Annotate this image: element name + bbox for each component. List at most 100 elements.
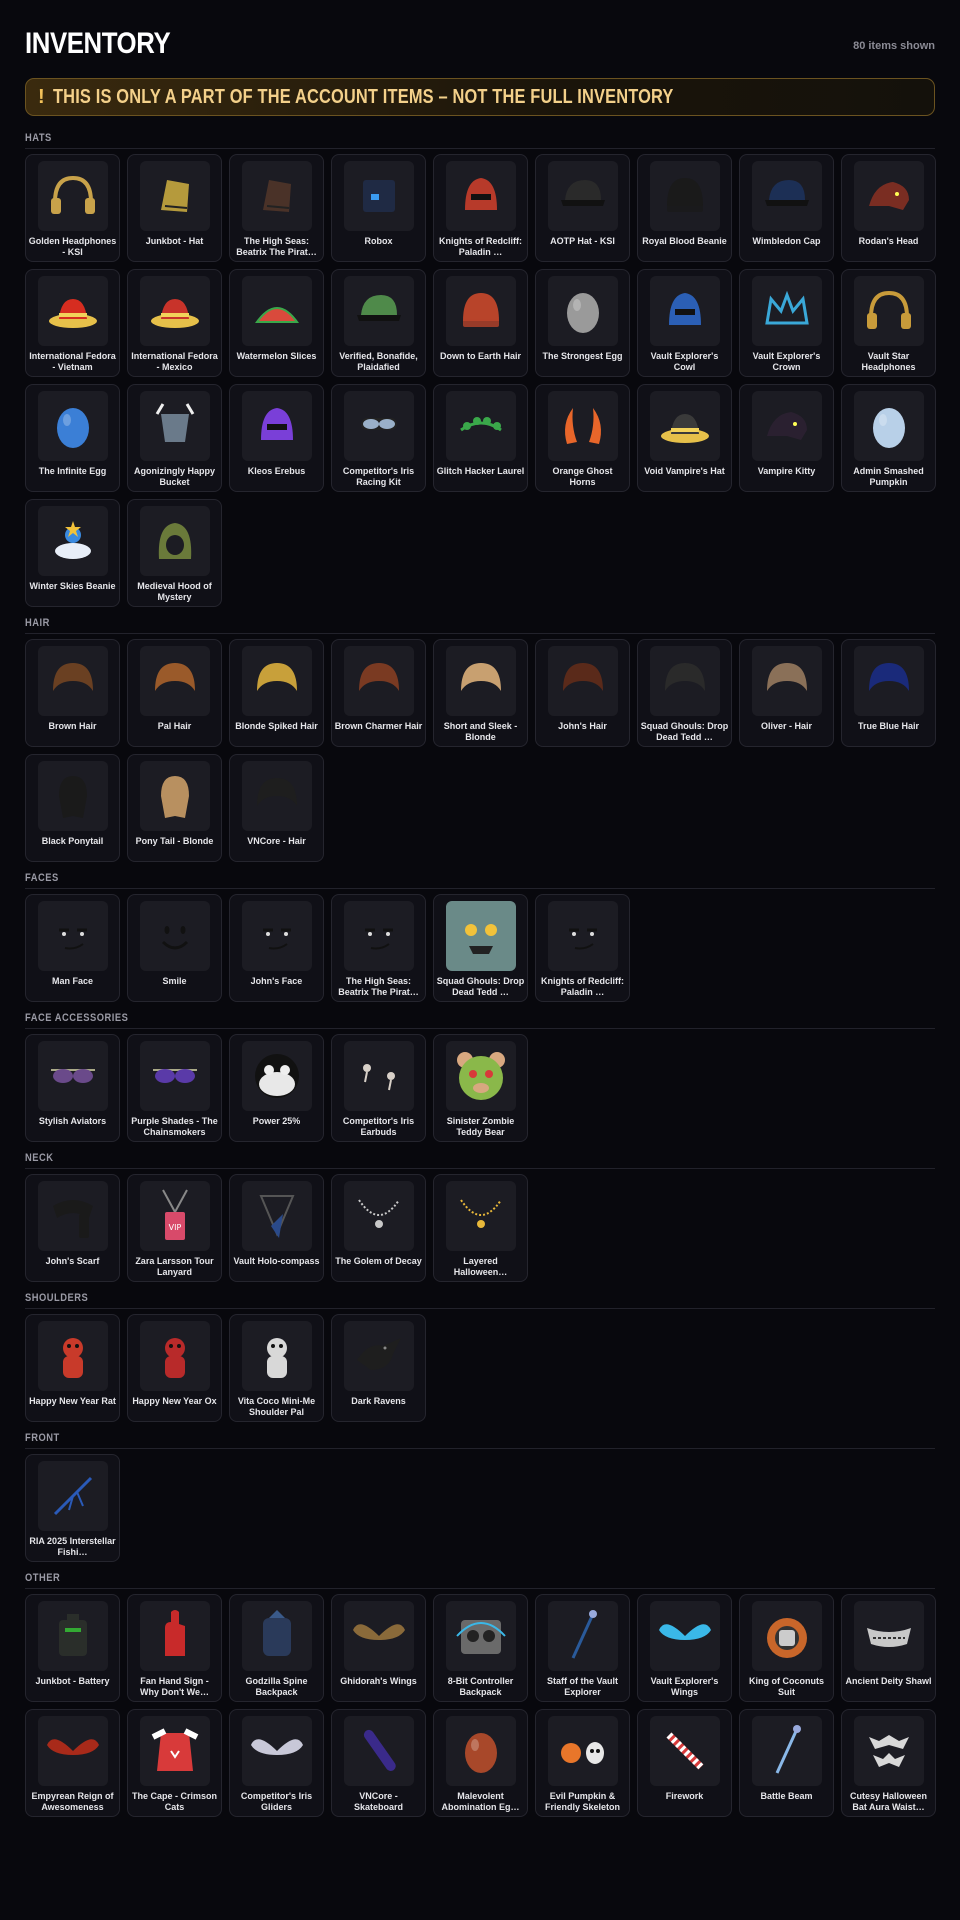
item-card[interactable]: Junkbot - Battery: [25, 1594, 120, 1702]
item-card[interactable]: 8-Bit Controller Backpack: [433, 1594, 528, 1702]
item-card[interactable]: Watermelon Slices: [229, 269, 324, 377]
item-card[interactable]: The Strongest Egg: [535, 269, 630, 377]
headphones-icon: [853, 276, 924, 346]
item-card[interactable]: Smile: [127, 894, 222, 1002]
item-card[interactable]: Pal Hair: [127, 639, 222, 747]
item-card[interactable]: Vault Holo-compass: [229, 1174, 324, 1282]
item-card[interactable]: VNCore - Hair: [229, 754, 324, 862]
item-card[interactable]: Competitor's Iris Gliders: [229, 1709, 324, 1817]
item-card[interactable]: Vault Explorer's Wings: [637, 1594, 732, 1702]
hair-icon: [37, 646, 108, 716]
item-card[interactable]: Vault Explorer's Cowl: [637, 269, 732, 377]
item-card[interactable]: Happy New Year Ox: [127, 1314, 222, 1422]
item-card[interactable]: The High Seas: Beatrix The Pirat…: [331, 894, 426, 1002]
item-card[interactable]: Competitor's Iris Racing Kit: [331, 384, 426, 492]
item-card[interactable]: Kleos Erebus: [229, 384, 324, 492]
item-card[interactable]: Oliver - Hair: [739, 639, 834, 747]
item-card[interactable]: Staff of the Vault Explorer: [535, 1594, 630, 1702]
item-card[interactable]: Vault Explorer's Crown: [739, 269, 834, 377]
item-card[interactable]: Godzilla Spine Backpack: [229, 1594, 324, 1702]
item-card[interactable]: Agonizingly Happy Bucket: [127, 384, 222, 492]
item-card[interactable]: John's Scarf: [25, 1174, 120, 1282]
item-card[interactable]: Short and Sleek - Blonde: [433, 639, 528, 747]
item-card[interactable]: Sinister Zombie Teddy Bear: [433, 1034, 528, 1142]
item-card[interactable]: Fan Hand Sign - Why Don't We…: [127, 1594, 222, 1702]
item-card[interactable]: Black Ponytail: [25, 754, 120, 862]
item-card[interactable]: Stylish Aviators: [25, 1034, 120, 1142]
category-divider: [25, 1028, 935, 1029]
item-card[interactable]: The Cape - Crimson Cats: [127, 1709, 222, 1817]
item-card[interactable]: RIA 2025 Interstellar Fishi…: [25, 1454, 120, 1562]
item-card[interactable]: Golden Headphones - KSI: [25, 154, 120, 262]
item-card[interactable]: International Fedora - Mexico: [127, 269, 222, 377]
item-card[interactable]: King of Coconuts Suit: [739, 1594, 834, 1702]
item-card[interactable]: Vita Coco Mini-Me Shoulder Pal: [229, 1314, 324, 1422]
item-card[interactable]: Rodan's Head: [841, 154, 936, 262]
item-card[interactable]: Cutesy Halloween Bat Aura Waist…: [841, 1709, 936, 1817]
item-card[interactable]: Junkbot - Hat: [127, 154, 222, 262]
item-card[interactable]: Vampire Kitty: [739, 384, 834, 492]
item-card[interactable]: Brown Charmer Hair: [331, 639, 426, 747]
item-card[interactable]: Medieval Hood of Mystery: [127, 499, 222, 607]
category-faces: FACES Man Face Smile John's Face The High Se…: [25, 866, 935, 1006]
item-card[interactable]: Firework: [637, 1709, 732, 1817]
item-card[interactable]: Royal Blood Beanie: [637, 154, 732, 262]
item-card[interactable]: Admin Smashed Pumpkin: [841, 384, 936, 492]
item-card[interactable]: John's Face: [229, 894, 324, 1002]
item-name: Dark Ravens: [351, 1396, 406, 1406]
item-card[interactable]: Pony Tail - Blonde: [127, 754, 222, 862]
goggles-icon: [343, 391, 414, 461]
item-card[interactable]: John's Hair: [535, 639, 630, 747]
item-card[interactable]: Winter Skies Beanie: [25, 499, 120, 607]
item-card[interactable]: Layered Halloween…: [433, 1174, 528, 1282]
item-card[interactable]: Malevolent Abomination Eg…: [433, 1709, 528, 1817]
item-card[interactable]: Wimbledon Cap: [739, 154, 834, 262]
item-card[interactable]: Verified, Bonafide, Plaidafied: [331, 269, 426, 377]
pet-icon: [139, 1321, 210, 1391]
item-card[interactable]: Empyrean Reign of Awesomeness: [25, 1709, 120, 1817]
item-card[interactable]: True Blue Hair: [841, 639, 936, 747]
glasses-icon: [37, 1041, 108, 1111]
wings-icon: [343, 1601, 414, 1671]
item-card[interactable]: Squad Ghouls: Drop Dead Tedd …: [637, 639, 732, 747]
inventory-page: INVENTORY 80 items shown ! THIS IS ONLY …: [0, 0, 960, 1821]
item-name: Vault Explorer's Crown: [752, 351, 821, 372]
item-card[interactable]: Blonde Spiked Hair: [229, 639, 324, 747]
item-card[interactable]: Brown Hair: [25, 639, 120, 747]
item-card[interactable]: VIP Zara Larsson Tour Lanyard: [127, 1174, 222, 1282]
item-card[interactable]: The Infinite Egg: [25, 384, 120, 492]
hair-icon: [547, 646, 618, 716]
item-card[interactable]: The Golem of Decay: [331, 1174, 426, 1282]
item-card[interactable]: Vault Star Headphones: [841, 269, 936, 377]
item-card[interactable]: Orange Ghost Horns: [535, 384, 630, 492]
item-card[interactable]: Glitch Hacker Laurel: [433, 384, 528, 492]
item-card[interactable]: VNCore - Skateboard: [331, 1709, 426, 1817]
item-card[interactable]: Knights of Redcliff: Paladin …: [535, 894, 630, 1002]
item-card[interactable]: Power 25%: [229, 1034, 324, 1142]
item-card[interactable]: Squad Ghouls: Drop Dead Tedd …: [433, 894, 528, 1002]
item-card[interactable]: Down to Earth Hair: [433, 269, 528, 377]
item-card[interactable]: Evil Pumpkin & Friendly Skeleton: [535, 1709, 630, 1817]
hair-icon: [343, 646, 414, 716]
item-card[interactable]: Knights of Redcliff: Paladin …: [433, 154, 528, 262]
item-card[interactable]: Ancient Deity Shawl: [841, 1594, 936, 1702]
item-card[interactable]: Robox: [331, 154, 426, 262]
item-card[interactable]: International Fedora - Vietnam: [25, 269, 120, 377]
item-card[interactable]: Competitor's Iris Earbuds: [331, 1034, 426, 1142]
item-card[interactable]: Battle Beam: [739, 1709, 834, 1817]
item-card[interactable]: Man Face: [25, 894, 120, 1002]
item-card[interactable]: Dark Ravens: [331, 1314, 426, 1422]
item-name: The Strongest Egg: [542, 351, 623, 361]
item-name: Brown Hair: [48, 721, 97, 731]
item-card[interactable]: Ghidorah's Wings: [331, 1594, 426, 1702]
item-card[interactable]: Purple Shades - The Chainsmokers: [127, 1034, 222, 1142]
item-grid: Man Face Smile John's Face The High Seas: B…: [25, 889, 935, 1006]
item-name: Godzilla Spine Backpack: [245, 1676, 308, 1697]
item-card[interactable]: The High Seas: Beatrix The Pirat…: [229, 154, 324, 262]
item-card[interactable]: Happy New Year Rat: [25, 1314, 120, 1422]
crown-icon: [751, 276, 822, 346]
item-card[interactable]: Void Vampire's Hat: [637, 384, 732, 492]
item-card[interactable]: AOTP Hat - KSI: [535, 154, 630, 262]
item-name: Royal Blood Beanie: [642, 236, 727, 246]
coconut-icon: [751, 1601, 822, 1671]
